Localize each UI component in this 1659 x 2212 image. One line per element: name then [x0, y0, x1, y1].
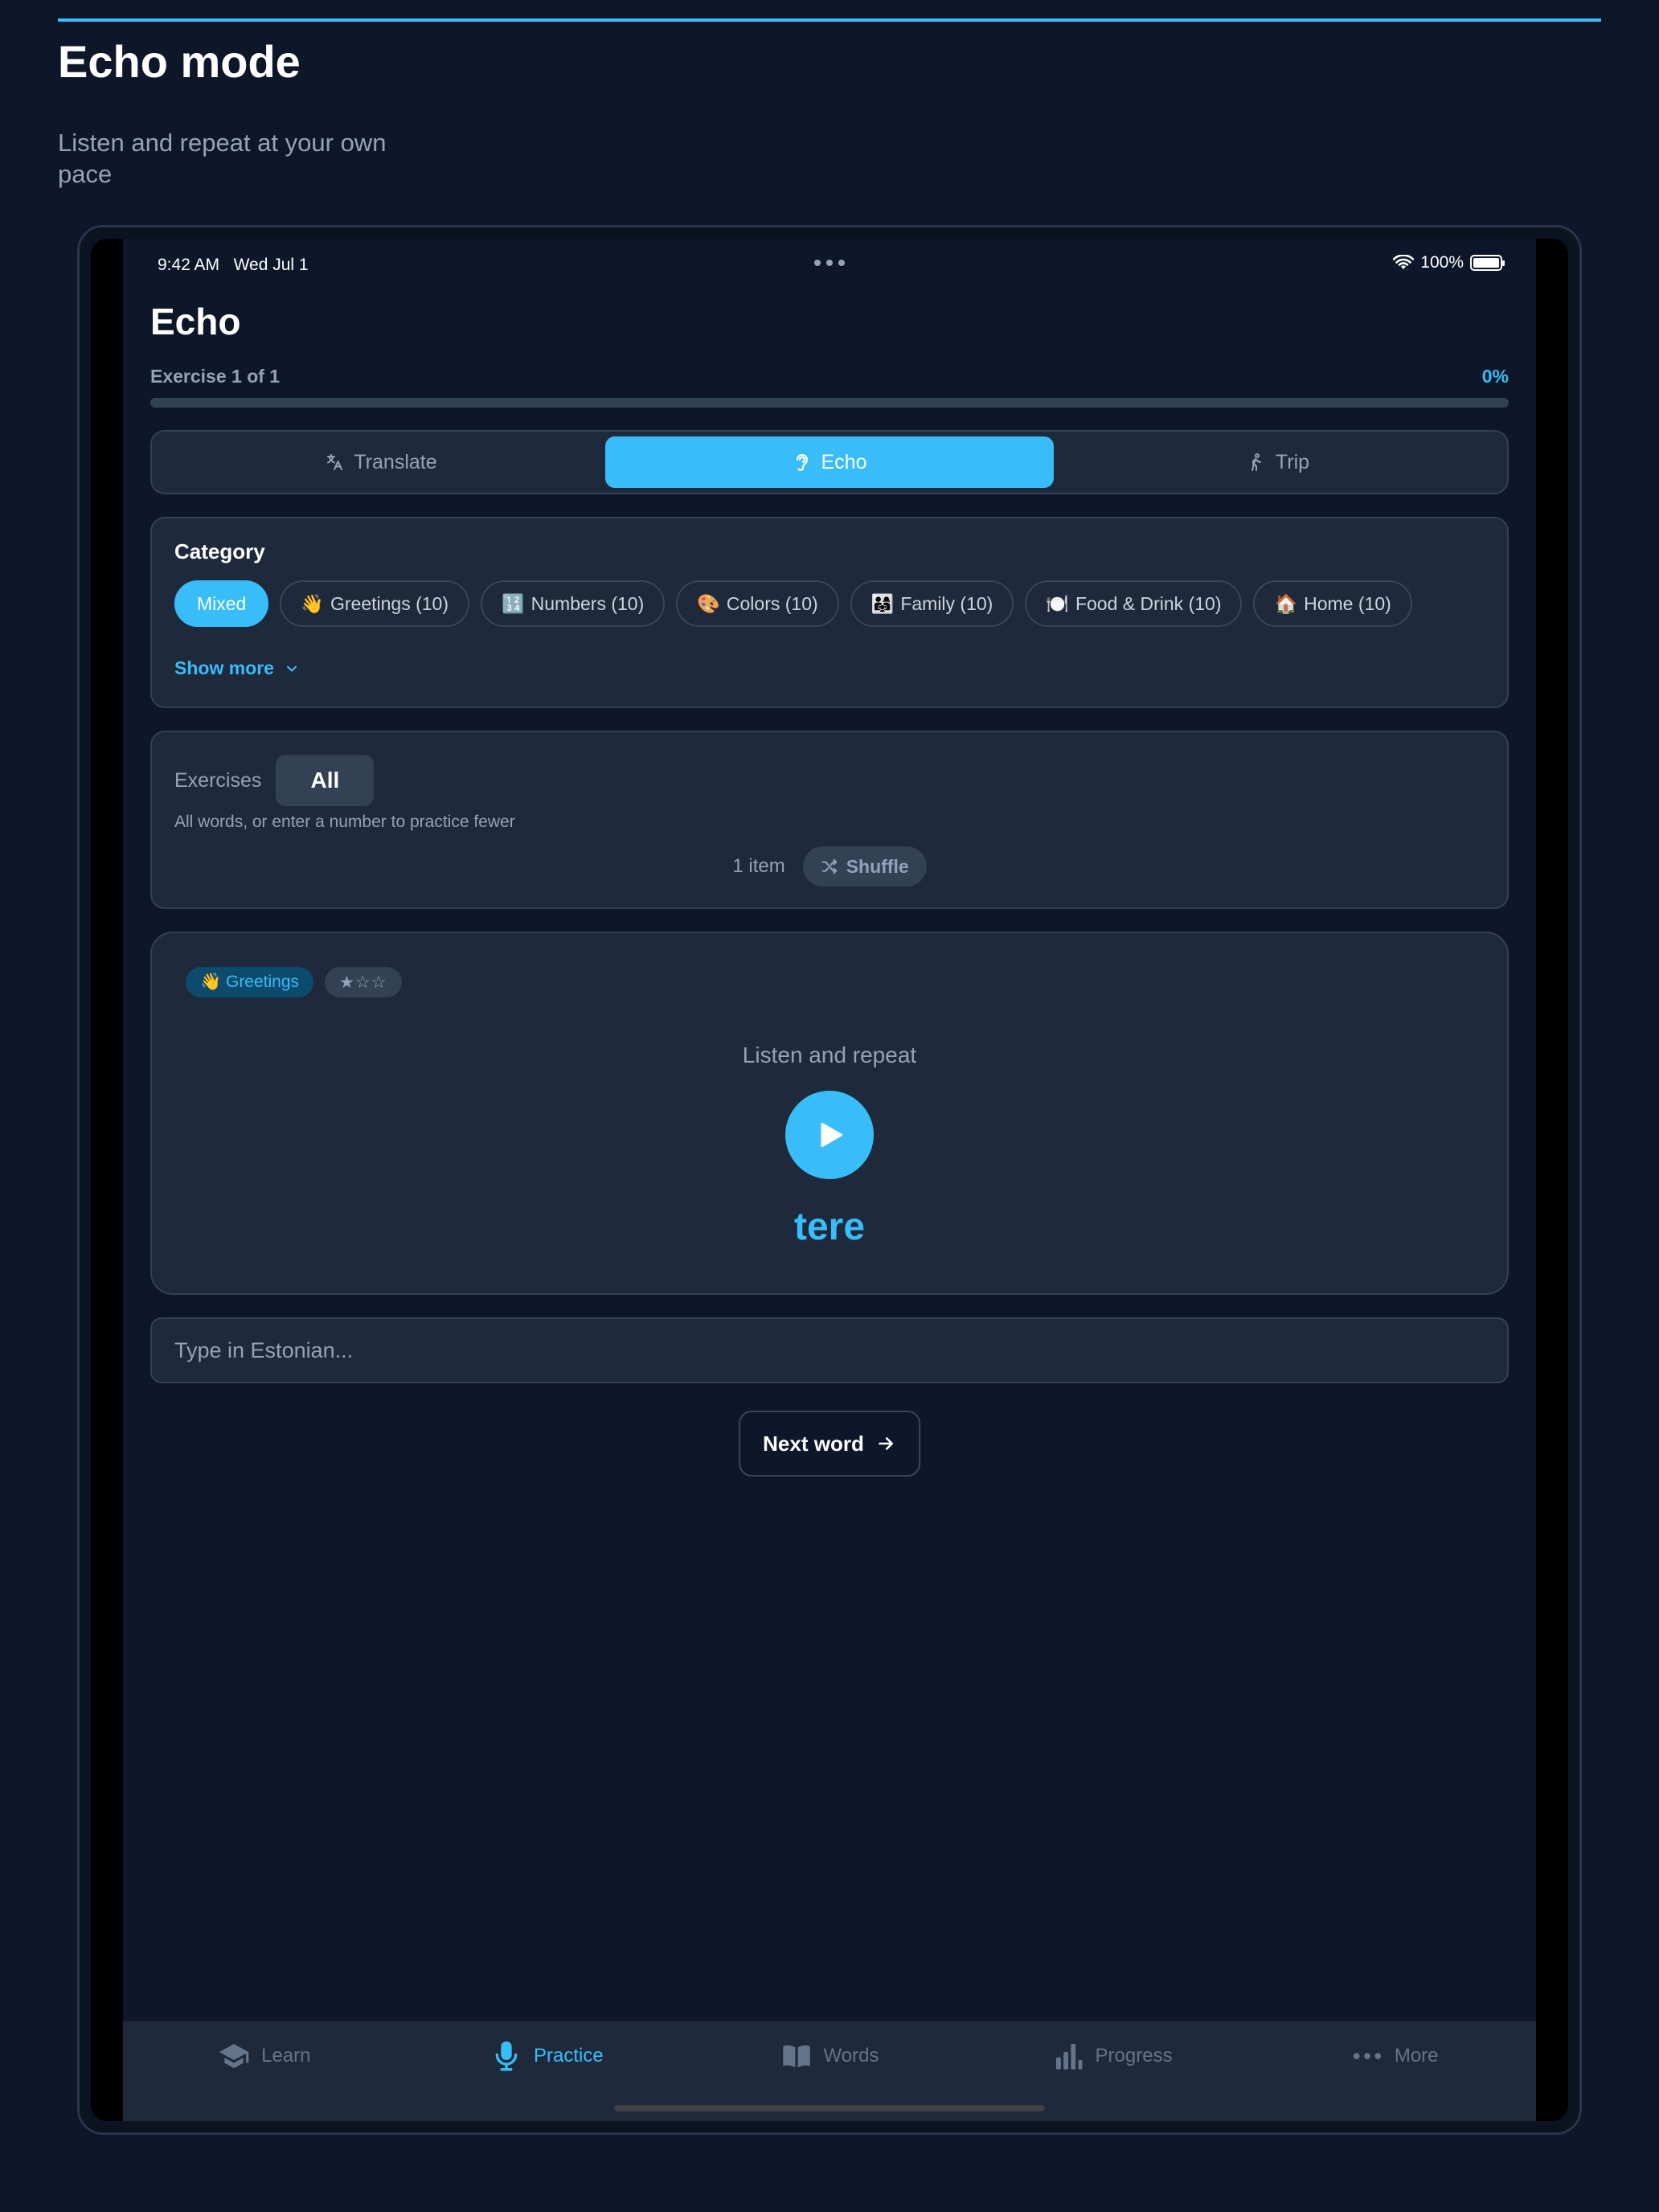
- status-time: 9:42 AM Wed Jul 1: [158, 256, 309, 275]
- chip-label: Numbers (10): [530, 592, 645, 614]
- chip-label: Colors (10): [726, 592, 818, 614]
- chip-label: Home (10): [1304, 592, 1391, 614]
- tab-more[interactable]: More: [1253, 2040, 1536, 2072]
- shuffle-label: Shuffle: [846, 855, 909, 877]
- tablet-frame: 9:42 AM Wed Jul 1 100% Echo Exercise 1 o…: [77, 225, 1582, 2135]
- mode-switcher: Translate Echo Trip: [150, 430, 1509, 494]
- battery-percent: 100%: [1420, 253, 1464, 272]
- shuffle-icon: [821, 858, 837, 875]
- multitasking-dots-icon[interactable]: [814, 260, 845, 266]
- status-date: Wed Jul 1: [233, 256, 309, 274]
- tab-more-label: More: [1394, 2045, 1439, 2067]
- tab-bar-items: Learn Practice Words Progress More: [123, 2022, 1536, 2091]
- chip-label: Food & Drink (10): [1075, 592, 1222, 614]
- status-indicators: 100%: [1393, 253, 1505, 272]
- chip-mixed[interactable]: Mixed: [174, 580, 269, 627]
- home-indicator[interactable]: [614, 2105, 1045, 2112]
- practice-tags: 👋 Greetings ★☆☆: [186, 967, 402, 997]
- practice-card: 👋 Greetings ★☆☆ Listen and repeat tere: [150, 932, 1509, 1295]
- answer-input[interactable]: [174, 1337, 1485, 1363]
- chip-label: Mixed: [197, 592, 247, 614]
- category-card: Category Mixed 👋 Greetings (10) 🔢 Numbers …: [150, 517, 1509, 708]
- bar-chart-icon: [1055, 2044, 1083, 2070]
- tab-words-label: Words: [823, 2045, 879, 2067]
- chip-emoji: 👋: [301, 592, 324, 614]
- next-word-label: Next word: [763, 1431, 864, 1456]
- microphone-icon: [495, 2041, 518, 2071]
- next-word-button[interactable]: Next word: [739, 1411, 920, 1477]
- chip-label: Family (10): [900, 592, 993, 614]
- play-audio-button[interactable]: [785, 1091, 874, 1179]
- item-count: 1 item: [732, 855, 785, 877]
- bottom-tab-bar: Learn Practice Words Progress More: [123, 2022, 1536, 2121]
- exercise-counter: Exercise 1 of 1: [150, 366, 281, 387]
- tablet-bezel: 9:42 AM Wed Jul 1 100% Echo Exercise 1 o…: [91, 239, 1568, 2121]
- top-accent-rule: [58, 18, 1601, 22]
- tab-translate-label: Translate: [354, 450, 437, 473]
- tab-practice[interactable]: Practice: [406, 2040, 689, 2072]
- status-clock: 9:42 AM: [158, 256, 220, 274]
- progress-percent: 0%: [1481, 366, 1509, 387]
- tab-echo-label: Echo: [821, 450, 867, 473]
- exercises-label: Exercises: [174, 768, 262, 792]
- book-icon: [782, 2045, 810, 2068]
- chip-food-drink[interactable]: 🍽️ Food & Drink (10): [1025, 580, 1243, 627]
- walking-icon: [1251, 453, 1261, 471]
- screen-title: Echo: [150, 301, 241, 342]
- exercise-progress-row: Exercise 1 of 1 0%: [150, 366, 1509, 387]
- practice-instruction: Listen and repeat: [742, 1043, 917, 1067]
- chip-label: Greetings (10): [330, 592, 449, 614]
- exercise-count-input[interactable]: All: [276, 755, 375, 806]
- translate-icon: [327, 454, 343, 470]
- chip-emoji: 🎨: [697, 592, 720, 614]
- status-bar: 9:42 AM Wed Jul 1 100%: [123, 239, 1536, 281]
- graduation-cap-icon: [219, 2044, 249, 2068]
- show-more-button[interactable]: Show more: [174, 657, 1485, 679]
- app-screen: 9:42 AM Wed Jul 1 100% Echo Exercise 1 o…: [123, 239, 1536, 2121]
- chip-emoji: 🍽️: [1046, 592, 1069, 614]
- tab-trip-label: Trip: [1275, 450, 1310, 473]
- tab-trip[interactable]: Trip: [1054, 436, 1502, 488]
- exercises-card: Exercises All All words, or enter a numb…: [150, 731, 1509, 909]
- practice-word: tere: [793, 1206, 866, 1248]
- shuffle-button[interactable]: Shuffle: [802, 846, 927, 887]
- page-title: Echo mode: [58, 36, 301, 87]
- show-more-label: Show more: [174, 657, 274, 678]
- tab-learn[interactable]: Learn: [123, 2040, 406, 2072]
- chevron-down-icon: [286, 665, 297, 672]
- answer-field-container: [150, 1317, 1509, 1383]
- exercises-footer: 1 item Shuffle: [174, 846, 1485, 887]
- tab-translate[interactable]: Translate: [157, 436, 605, 488]
- exercises-hint: All words, or enter a number to practice…: [174, 813, 515, 831]
- wifi-icon: [1393, 255, 1415, 269]
- page-subtitle: Listen and repeat at your own pace: [58, 129, 387, 188]
- chip-emoji: 🔢: [502, 592, 525, 614]
- chip-emoji: 👨‍👩‍👧: [870, 592, 895, 614]
- chip-numbers[interactable]: 🔢 Numbers (10): [481, 580, 666, 627]
- progress-bar: [150, 398, 1509, 408]
- chip-home[interactable]: 🏠 Home (10): [1253, 580, 1412, 627]
- tab-echo[interactable]: Echo: [605, 436, 1054, 488]
- tab-learn-label: Learn: [261, 2045, 311, 2067]
- chip-greetings[interactable]: 👋 Greetings (10): [280, 580, 470, 627]
- category-tag: 👋 Greetings: [186, 967, 314, 997]
- ear-icon: [796, 453, 808, 471]
- tab-progress-label: Progress: [1095, 2045, 1173, 2067]
- exercises-row: Exercises All: [174, 755, 1485, 806]
- arrow-right-icon: [878, 1437, 893, 1450]
- chip-emoji: 🏠: [1274, 592, 1298, 614]
- battery-icon: [1470, 255, 1505, 271]
- difficulty-stars: ★☆☆: [325, 967, 402, 997]
- more-dots-icon: [1353, 2053, 1381, 2059]
- play-icon: [821, 1122, 843, 1148]
- category-chips: Mixed 👋 Greetings (10) 🔢 Numbers (10) 🎨 Col…: [174, 580, 1485, 627]
- tab-practice-label: Practice: [534, 2045, 604, 2067]
- tab-words[interactable]: Words: [688, 2040, 971, 2072]
- chip-family[interactable]: 👨‍👩‍👧 Family (10): [850, 580, 1014, 627]
- chip-colors[interactable]: 🎨 Colors (10): [676, 580, 839, 627]
- tab-progress[interactable]: Progress: [971, 2040, 1254, 2072]
- category-heading: Category: [174, 539, 265, 563]
